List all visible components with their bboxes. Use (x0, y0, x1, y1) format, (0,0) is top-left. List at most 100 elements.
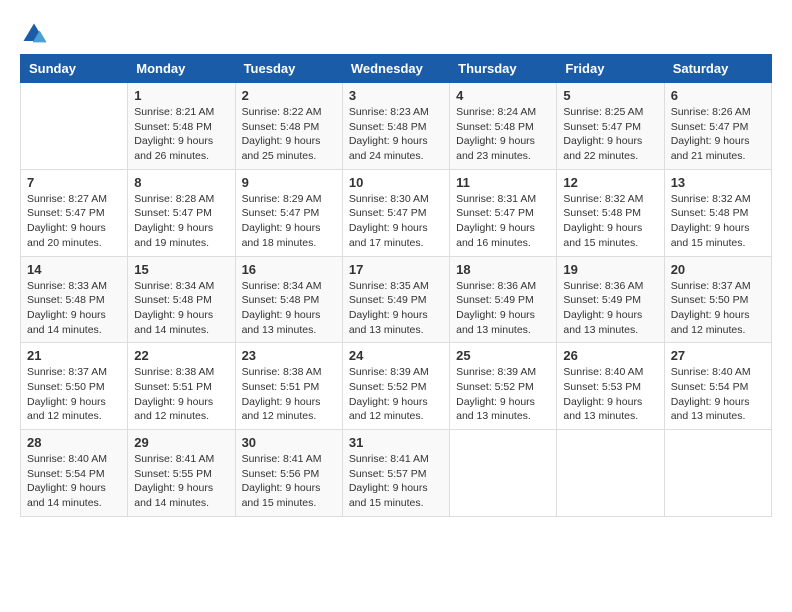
daylight: Daylight: 9 hours and 25 minutes. (242, 135, 321, 162)
daylight: Daylight: 9 hours and 13 minutes. (242, 309, 321, 336)
daylight: Daylight: 9 hours and 21 minutes. (671, 135, 750, 162)
sunset: Sunset: 5:55 PM (134, 468, 212, 480)
day-number: 4 (456, 88, 550, 103)
daylight: Daylight: 9 hours and 19 minutes. (134, 222, 213, 249)
daylight: Daylight: 9 hours and 15 minutes. (349, 482, 428, 509)
day-cell: 23Sunrise: 8:38 AMSunset: 5:51 PMDayligh… (235, 343, 342, 430)
week-row-1: 1Sunrise: 8:21 AMSunset: 5:48 PMDaylight… (21, 83, 772, 170)
daylight: Daylight: 9 hours and 18 minutes. (242, 222, 321, 249)
sunrise: Sunrise: 8:32 AM (563, 193, 643, 205)
day-number: 13 (671, 175, 765, 190)
daylight: Daylight: 9 hours and 12 minutes. (349, 396, 428, 423)
sunset: Sunset: 5:48 PM (456, 121, 534, 133)
daylight: Daylight: 9 hours and 15 minutes. (671, 222, 750, 249)
day-cell (664, 430, 771, 517)
day-cell: 20Sunrise: 8:37 AMSunset: 5:50 PMDayligh… (664, 256, 771, 343)
daylight: Daylight: 9 hours and 13 minutes. (671, 396, 750, 423)
sunrise: Sunrise: 8:37 AM (27, 366, 107, 378)
sunset: Sunset: 5:54 PM (27, 468, 105, 480)
daylight: Daylight: 9 hours and 23 minutes. (456, 135, 535, 162)
sunrise: Sunrise: 8:34 AM (242, 280, 322, 292)
sunset: Sunset: 5:48 PM (27, 294, 105, 306)
day-cell: 27Sunrise: 8:40 AMSunset: 5:54 PMDayligh… (664, 343, 771, 430)
day-info: Sunrise: 8:32 AMSunset: 5:48 PMDaylight:… (563, 192, 657, 251)
daylight: Daylight: 9 hours and 13 minutes. (456, 309, 535, 336)
day-info: Sunrise: 8:35 AMSunset: 5:49 PMDaylight:… (349, 279, 443, 338)
day-info: Sunrise: 8:34 AMSunset: 5:48 PMDaylight:… (134, 279, 228, 338)
day-info: Sunrise: 8:41 AMSunset: 5:55 PMDaylight:… (134, 452, 228, 511)
day-info: Sunrise: 8:33 AMSunset: 5:48 PMDaylight:… (27, 279, 121, 338)
day-number: 3 (349, 88, 443, 103)
col-header-friday: Friday (557, 55, 664, 83)
day-cell: 5Sunrise: 8:25 AMSunset: 5:47 PMDaylight… (557, 83, 664, 170)
sunset: Sunset: 5:51 PM (242, 381, 320, 393)
day-number: 9 (242, 175, 336, 190)
day-info: Sunrise: 8:23 AMSunset: 5:48 PMDaylight:… (349, 105, 443, 164)
day-cell: 6Sunrise: 8:26 AMSunset: 5:47 PMDaylight… (664, 83, 771, 170)
col-header-sunday: Sunday (21, 55, 128, 83)
day-number: 7 (27, 175, 121, 190)
sunset: Sunset: 5:48 PM (349, 121, 427, 133)
sunset: Sunset: 5:47 PM (563, 121, 641, 133)
sunrise: Sunrise: 8:41 AM (242, 453, 322, 465)
sunset: Sunset: 5:48 PM (242, 121, 320, 133)
day-number: 17 (349, 262, 443, 277)
daylight: Daylight: 9 hours and 14 minutes. (27, 482, 106, 509)
day-cell: 26Sunrise: 8:40 AMSunset: 5:53 PMDayligh… (557, 343, 664, 430)
day-cell: 13 Sunrise: 8:32 AMSunset: 5:48 PMDayligh… (664, 169, 771, 256)
day-cell: 10Sunrise: 8:30 AMSunset: 5:47 PMDayligh… (342, 169, 449, 256)
sunrise: Sunrise: 8:28 AM (134, 193, 214, 205)
week-row-5: 28Sunrise: 8:40 AMSunset: 5:54 PMDayligh… (21, 430, 772, 517)
daylight: Daylight: 9 hours and 14 minutes. (134, 482, 213, 509)
sunset: Sunset: 5:52 PM (456, 381, 534, 393)
daylight: Daylight: 9 hours and 13 minutes. (563, 309, 642, 336)
day-info: Sunrise: 8:41 AM Sunset: 5:56 PM Daylight:… (242, 452, 336, 511)
daylight: Daylight: 9 hours and 12 minutes. (671, 309, 750, 336)
sunset: Sunset: 5:48 PM (671, 207, 749, 219)
sunrise: Sunrise: 8:37 AM (671, 280, 751, 292)
sunrise: Sunrise: 8:24 AM (456, 106, 536, 118)
sunrise: Sunrise: 8:26 AM (671, 106, 751, 118)
day-info: Sunrise: 8:24 AM Sunset: 5:48 PM Daylight:… (456, 105, 550, 164)
day-number: 20 (671, 262, 765, 277)
sunrise: Sunrise: 8:41 AM (349, 453, 429, 465)
page-header (20, 20, 772, 48)
day-info: Sunrise: 8:37 AMSunset: 5:50 PMDaylight:… (27, 365, 121, 424)
day-number: 6 (671, 88, 765, 103)
sunrise: Sunrise: 8:30 AM (349, 193, 429, 205)
day-number: 22 (134, 348, 228, 363)
daylight: Daylight: 9 hours and 24 minutes. (349, 135, 428, 162)
daylight: Daylight: 9 hours and 12 minutes. (134, 396, 213, 423)
day-cell: 9Sunrise: 8:29 AMSunset: 5:47 PMDaylight… (235, 169, 342, 256)
sunrise: Sunrise: 8:40 AM (563, 366, 643, 378)
sunrise: Sunrise: 8:40 AM (671, 366, 751, 378)
day-cell: 28Sunrise: 8:40 AMSunset: 5:54 PMDayligh… (21, 430, 128, 517)
day-cell: 7Sunrise: 8:27 AMSunset: 5:47 PMDaylight… (21, 169, 128, 256)
sunset: Sunset: 5:56 PM (242, 468, 320, 480)
sunset: Sunset: 5:51 PM (134, 381, 212, 393)
sunset: Sunset: 5:50 PM (27, 381, 105, 393)
day-cell: 31Sunrise: 8:41 AMSunset: 5:57 PMDayligh… (342, 430, 449, 517)
day-cell: 24Sunrise: 8:39 AMSunset: 5:52 PMDayligh… (342, 343, 449, 430)
day-number: 11 (456, 175, 550, 190)
day-number: 24 (349, 348, 443, 363)
day-cell: 12Sunrise: 8:32 AMSunset: 5:48 PMDayligh… (557, 169, 664, 256)
sunset: Sunset: 5:49 PM (563, 294, 641, 306)
day-info: Sunrise: 8:40 AMSunset: 5:54 PMDaylight:… (27, 452, 121, 511)
day-info: Sunrise: 8:31 AMSunset: 5:47 PMDaylight:… (456, 192, 550, 251)
day-info: Sunrise: 8:39 AMSunset: 5:52 PMDaylight:… (456, 365, 550, 424)
day-number: 8 (134, 175, 228, 190)
daylight: Daylight: 9 hours and 15 minutes. (242, 482, 321, 509)
col-header-monday: Monday (128, 55, 235, 83)
day-number: 29 (134, 435, 228, 450)
day-info: Sunrise: 8:28 AMSunset: 5:47 PMDaylight:… (134, 192, 228, 251)
day-number: 23 (242, 348, 336, 363)
day-info: Sunrise: 8:32 AMSunset: 5:48 PMDaylight:… (671, 192, 765, 251)
sunrise: Sunrise: 8:27 AM (27, 193, 107, 205)
sunrise: Sunrise: 8:39 AM (456, 366, 536, 378)
day-cell: 30Sunrise: 8:41 AMSunset: 5:56 PMDayligh… (235, 430, 342, 517)
day-cell: 15Sunrise: 8:34 AMSunset: 5:48 PMDayligh… (128, 256, 235, 343)
day-number: 21 (27, 348, 121, 363)
day-cell: 11 Sunrise: 8:31 AMSunset: 5:47 PMDayligh… (450, 169, 557, 256)
day-cell (21, 83, 128, 170)
